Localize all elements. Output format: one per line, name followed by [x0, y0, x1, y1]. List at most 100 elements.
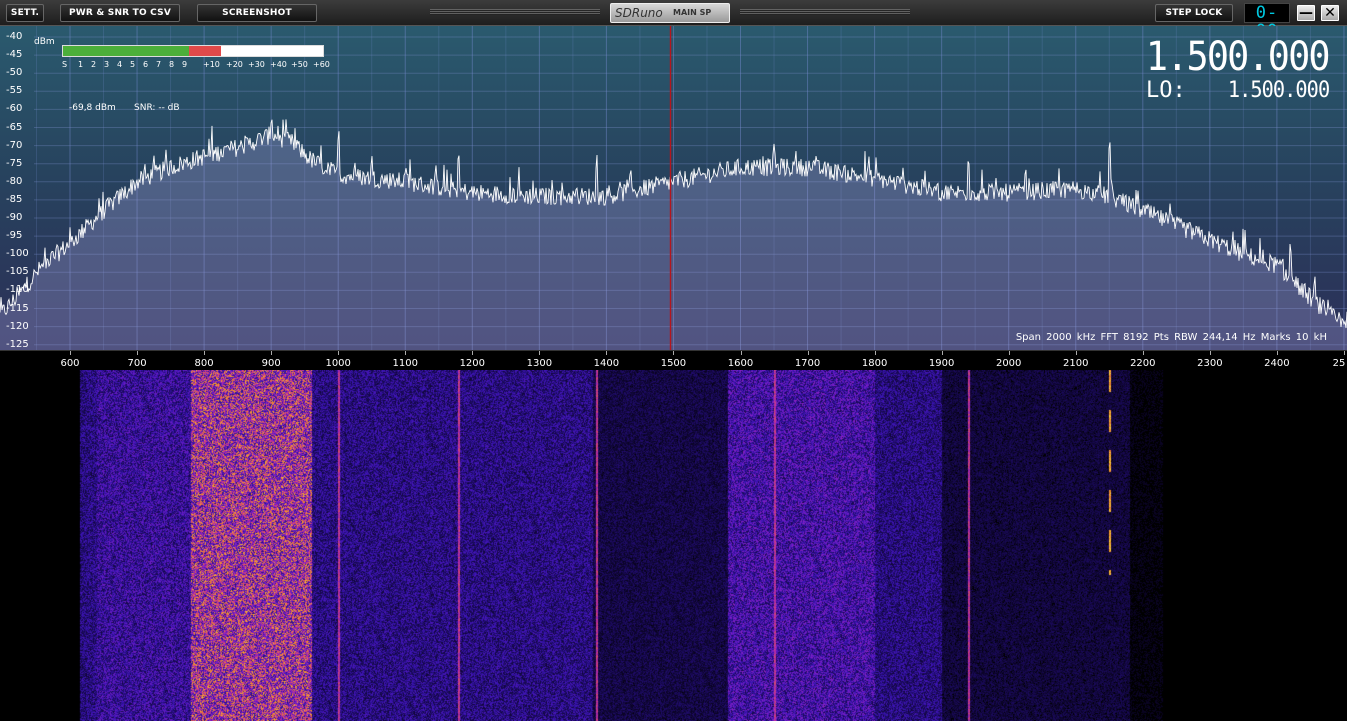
- freq-label: 600: [60, 358, 80, 369]
- signal-meter-scale-label: +40: [270, 60, 287, 69]
- waterfall-display[interactable]: [0, 370, 1347, 721]
- freq-tick: [673, 351, 675, 355]
- freq-label: 1800: [861, 358, 888, 369]
- signal-meter-scale-label: 2: [91, 60, 97, 69]
- db-label: -80: [6, 175, 23, 187]
- close-button[interactable]: ✕: [1321, 5, 1339, 21]
- db-label: -85: [6, 193, 23, 205]
- freq-label: 2400: [1264, 358, 1290, 369]
- db-label: -110: [6, 284, 29, 296]
- settings-button[interactable]: SETT.: [6, 4, 44, 22]
- freq-label: 800: [194, 358, 214, 369]
- db-label: -45: [6, 49, 23, 61]
- signal-meter-scale-label: 7: [156, 60, 162, 69]
- freq-tick: [874, 351, 876, 355]
- signal-meter-scale-label: +20: [226, 60, 243, 69]
- freq-label: 1200: [459, 358, 486, 369]
- signal-meter-scale-label: +10: [203, 60, 220, 69]
- freq-tick: [1343, 351, 1345, 355]
- screenshot-button[interactable]: SCREENSHOT: [197, 4, 317, 22]
- sdruno-logo: SDRuno MAIN SP: [610, 3, 730, 23]
- freq-label: 1400: [593, 358, 620, 369]
- pwr-snr-csv-button[interactable]: PWR & SNR TO CSV: [60, 4, 180, 22]
- logo-sub: MAIN SP: [673, 8, 712, 17]
- spectrum-display[interactable]: -40 -45 -50 -55 -60 -65 -70 -75 -80 -85 -90 -95 -100…: [0, 26, 1347, 350]
- signal-meter-scale-label: 5: [130, 60, 136, 69]
- lo-frequency-display[interactable]: 1.500.000: [1228, 78, 1330, 103]
- freq-label: 1000: [325, 358, 351, 369]
- snr-readout: SNR: -- dB: [134, 103, 180, 113]
- signal-meter-green: [63, 46, 189, 56]
- power-readout: -69,8 dBm: [69, 103, 116, 113]
- db-label: -70: [6, 139, 23, 151]
- db-label: -115: [6, 302, 29, 314]
- freq-tick: [941, 351, 943, 355]
- drag-grip-right[interactable]: [740, 9, 910, 15]
- freq-tick: [70, 351, 71, 355]
- freq-tick: [271, 351, 273, 355]
- freq-tick: [740, 351, 742, 355]
- signal-meter-scale-label: +60: [313, 60, 330, 69]
- freq-tick: [1142, 351, 1144, 355]
- signal-meter-scale-label: 8: [169, 60, 175, 69]
- minimize-button[interactable]: —: [1297, 5, 1315, 21]
- freq-tick: [539, 351, 541, 355]
- title-bar: SETT. PWR & SNR TO CSV SCREENSHOT SDRuno…: [0, 0, 1347, 40]
- db-label: -90: [6, 212, 23, 223]
- freq-label: 1700: [794, 358, 821, 369]
- db-label: -120: [6, 320, 29, 332]
- freq-label: 1300: [526, 358, 553, 369]
- freq-tick: [338, 351, 340, 355]
- db-label: -100: [6, 248, 29, 260]
- freq-label: 700: [127, 358, 147, 369]
- signal-meter-scale-label: 4: [117, 60, 123, 69]
- freq-tick: [606, 351, 608, 355]
- signal-meter-scale-label: 3: [104, 60, 110, 69]
- signal-meter-scale-label: 6: [143, 60, 149, 69]
- signal-meter-scale-label: 9: [182, 60, 188, 69]
- signal-meter-scale-label: 1: [78, 60, 84, 69]
- fft-info: Span 2000 kHz FFT 8192 Pts RBW 244,14 Hz…: [1015, 332, 1327, 343]
- db-label: -40: [6, 31, 23, 42]
- db-label: -50: [6, 67, 23, 79]
- freq-label: 1500: [660, 358, 687, 369]
- db-label: -105: [6, 266, 29, 278]
- channel-display: 0-00: [1244, 3, 1290, 40]
- freq-tick: [405, 351, 407, 355]
- freq-tick: [204, 351, 206, 355]
- freq-label: 900: [261, 358, 281, 369]
- step-lock-button[interactable]: STEP LOCK: [1155, 4, 1233, 22]
- db-label: -60: [6, 103, 23, 115]
- db-label: -75: [6, 157, 23, 169]
- freq-tick: [807, 351, 809, 355]
- signal-meter-scale-label: +30: [248, 60, 265, 69]
- freq-tick: [1209, 351, 1211, 355]
- frequency-display[interactable]: 1.500.000: [1146, 34, 1331, 80]
- freq-label: 1900: [928, 358, 955, 369]
- signal-meter-red: [189, 46, 221, 56]
- waterfall-canvas: [0, 370, 1347, 721]
- drag-grip-left[interactable]: [430, 9, 600, 15]
- signal-meter-scale-label: +50: [291, 60, 308, 69]
- db-label: -55: [6, 85, 23, 97]
- freq-label: 2100: [1063, 358, 1089, 369]
- freq-label: 1100: [392, 358, 418, 369]
- lo-label: LO:: [1146, 78, 1186, 103]
- signal-meter-scale-label: S: [62, 60, 68, 69]
- freq-tick: [1276, 351, 1278, 355]
- frequency-axis[interactable]: 600 700 800 900 1000 1100 1200 1300 1400 1500 1600…: [0, 350, 1347, 370]
- freq-label: 2000: [995, 358, 1022, 369]
- dbm-unit-label: dBm: [34, 37, 55, 47]
- db-label: -125: [6, 338, 29, 350]
- freq-label: 2300: [1197, 358, 1223, 369]
- freq-label: 1600: [727, 358, 754, 369]
- db-label: -65: [6, 121, 23, 133]
- freq-tick: [1008, 351, 1010, 355]
- freq-tick: [137, 351, 139, 355]
- signal-meter: [62, 45, 324, 57]
- freq-tick: [472, 351, 474, 355]
- freq-tick: [1075, 351, 1077, 355]
- freq-label: 2200: [1130, 358, 1156, 369]
- logo-name: SDRuno: [615, 6, 663, 20]
- db-label: -95: [6, 230, 23, 242]
